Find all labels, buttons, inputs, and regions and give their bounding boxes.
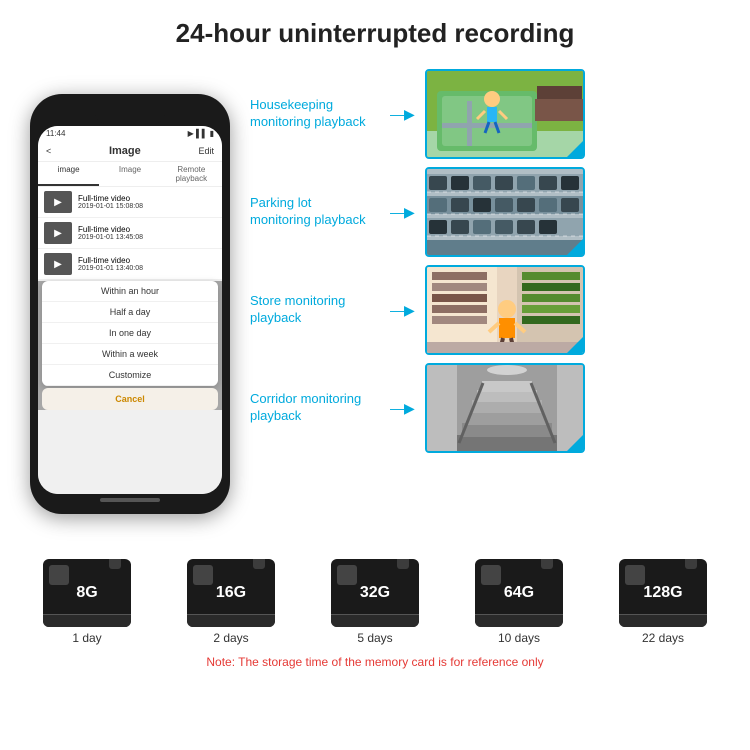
monitoring-arrow-parking: —▶ bbox=[390, 204, 415, 221]
list-item[interactable]: ▶ Full-time video 2019-01-01 13:45:08 bbox=[38, 218, 222, 248]
main-content: 11:44 ▶ ▌▌ ▮ < Image Edit image Image Re… bbox=[0, 59, 750, 549]
sd-card-128g: 128G bbox=[619, 559, 707, 627]
monitoring-image-corridor bbox=[425, 363, 585, 453]
tab-image2[interactable]: Image bbox=[99, 162, 160, 186]
corridor-photo bbox=[427, 365, 583, 451]
sd-days-128g: 22 days bbox=[642, 631, 684, 645]
screen-icons: ▶ ▌▌ ▮ bbox=[188, 129, 214, 138]
list-item[interactable]: ▶ Full-time video 2019-01-01 15:08:08 bbox=[38, 187, 222, 217]
monitoring-item-corridor: Corridor monitoringplayback —▶ bbox=[250, 363, 730, 453]
sd-days-64g: 10 days bbox=[498, 631, 540, 645]
sd-card-8g: 8G bbox=[43, 559, 131, 627]
corner-arrow-store bbox=[565, 335, 585, 355]
dropdown-overlay: Within an hour Half a day In one day Wit… bbox=[38, 281, 222, 410]
sd-card-item-64g: 64G 10 days bbox=[475, 559, 563, 645]
sd-card-item-16g: 16G 2 days bbox=[187, 559, 275, 645]
sd-days-32g: 5 days bbox=[357, 631, 392, 645]
phone-mockup: 11:44 ▶ ▌▌ ▮ < Image Edit image Image Re… bbox=[30, 94, 230, 514]
sd-size-16g: 16G bbox=[216, 584, 246, 602]
dropdown-item-half-day[interactable]: Half a day bbox=[42, 302, 218, 323]
video-date: 2019-01-01 13:45:08 bbox=[78, 234, 143, 241]
monitoring-arrow-store: —▶ bbox=[390, 302, 415, 319]
screen-back[interactable]: < bbox=[46, 146, 51, 156]
monitoring-item-housekeeping: Housekeepingmonitoring playback —▶ bbox=[250, 69, 730, 159]
sd-card-item-8g: 8G 1 day bbox=[43, 559, 131, 645]
storage-note: Note: The storage time of the memory car… bbox=[15, 651, 735, 673]
sd-card-item-128g: 128G 22 days bbox=[619, 559, 707, 645]
monitoring-item-parking: Parking lotmonitoring playback —▶ bbox=[250, 167, 730, 257]
video-info: Full-time video 2019-01-01 13:45:08 bbox=[78, 225, 143, 241]
video-title: Full-time video bbox=[78, 256, 143, 265]
video-date: 2019-01-01 13:40:08 bbox=[78, 265, 143, 272]
monitoring-label-store: Store monitoringplayback bbox=[250, 293, 380, 327]
video-thumb: ▶ bbox=[44, 253, 72, 275]
sd-cards-row: 8G 1 day 16G 2 days 32G 5 days 64G 10 da… bbox=[15, 559, 735, 645]
screen-header: < Image Edit bbox=[38, 141, 222, 162]
screen-time: 11:44 bbox=[46, 129, 65, 138]
monitoring-label-parking: Parking lotmonitoring playback bbox=[250, 195, 380, 229]
sd-notch bbox=[685, 559, 697, 569]
screen-title: Image bbox=[109, 145, 141, 157]
dropdown-menu: Within an hour Half a day In one day Wit… bbox=[42, 281, 218, 386]
monitoring-image-store bbox=[425, 265, 585, 355]
dropdown-item-within-hour[interactable]: Within an hour bbox=[42, 281, 218, 302]
sd-days-8g: 1 day bbox=[72, 631, 101, 645]
sd-notch bbox=[541, 559, 553, 569]
list-item[interactable]: ▶ Full-time video 2019-01-01 13:40:08 bbox=[38, 249, 222, 279]
monitoring-item-store: Store monitoringplayback —▶ bbox=[250, 265, 730, 355]
video-title: Full-time video bbox=[78, 225, 143, 234]
phone-screen: 11:44 ▶ ▌▌ ▮ < Image Edit image Image Re… bbox=[38, 126, 222, 494]
phone-container: 11:44 ▶ ▌▌ ▮ < Image Edit image Image Re… bbox=[20, 59, 240, 549]
sd-size-64g: 64G bbox=[504, 584, 534, 602]
monitoring-container: Housekeepingmonitoring playback —▶ bbox=[250, 59, 730, 549]
video-thumb: ▶ bbox=[44, 191, 72, 213]
sd-notch bbox=[253, 559, 265, 569]
video-info: Full-time video 2019-01-01 15:08:08 bbox=[78, 194, 143, 210]
sd-size-128g: 128G bbox=[643, 584, 682, 602]
housekeeping-photo bbox=[427, 71, 583, 157]
sd-size-8g: 8G bbox=[76, 584, 97, 602]
video-date: 2019-01-01 15:08:08 bbox=[78, 203, 143, 210]
dropdown-item-one-day[interactable]: In one day bbox=[42, 323, 218, 344]
store-photo bbox=[427, 267, 583, 353]
sd-card-16g: 16G bbox=[187, 559, 275, 627]
screen-status-bar: 11:44 ▶ ▌▌ ▮ bbox=[38, 126, 222, 141]
video-list: ▶ Full-time video 2019-01-01 15:08:08 ▶ … bbox=[38, 187, 222, 494]
tab-image[interactable]: image bbox=[38, 162, 99, 186]
page-title: 24-hour uninterrupted recording bbox=[20, 18, 730, 49]
corner-arrow-housekeeping bbox=[565, 139, 585, 159]
corner-arrow-corridor bbox=[565, 433, 585, 453]
sd-card-32g: 32G bbox=[331, 559, 419, 627]
monitoring-image-housekeeping bbox=[425, 69, 585, 159]
sd-card-item-32g: 32G 5 days bbox=[331, 559, 419, 645]
sd-size-32g: 32G bbox=[360, 584, 390, 602]
video-title: Full-time video bbox=[78, 194, 143, 203]
monitoring-arrow-housekeeping: —▶ bbox=[390, 106, 415, 123]
corner-arrow-parking bbox=[565, 237, 585, 257]
sd-days-16g: 2 days bbox=[213, 631, 248, 645]
sd-card-64g: 64G bbox=[475, 559, 563, 627]
dropdown-item-week[interactable]: Within a week bbox=[42, 344, 218, 365]
storage-section: 8G 1 day 16G 2 days 32G 5 days 64G 10 da… bbox=[0, 549, 750, 678]
monitoring-image-parking bbox=[425, 167, 585, 257]
dropdown-item-customize[interactable]: Customize bbox=[42, 365, 218, 386]
phone-home-bar bbox=[100, 498, 160, 502]
sd-notch bbox=[397, 559, 409, 569]
screen-edit[interactable]: Edit bbox=[198, 146, 214, 156]
sd-notch bbox=[109, 559, 121, 569]
video-info: Full-time video 2019-01-01 13:40:08 bbox=[78, 256, 143, 272]
page-header: 24-hour uninterrupted recording bbox=[0, 0, 750, 59]
tab-remote[interactable]: Remote playback bbox=[161, 162, 222, 186]
phone-notch bbox=[95, 106, 165, 124]
monitoring-label-corridor: Corridor monitoringplayback bbox=[250, 391, 380, 425]
monitoring-arrow-corridor: —▶ bbox=[390, 400, 415, 417]
monitoring-label-housekeeping: Housekeepingmonitoring playback bbox=[250, 97, 380, 131]
video-thumb: ▶ bbox=[44, 222, 72, 244]
screen-tabs: image Image Remote playback bbox=[38, 162, 222, 187]
dropdown-cancel-button[interactable]: Cancel bbox=[42, 388, 218, 410]
parking-photo bbox=[427, 169, 583, 255]
